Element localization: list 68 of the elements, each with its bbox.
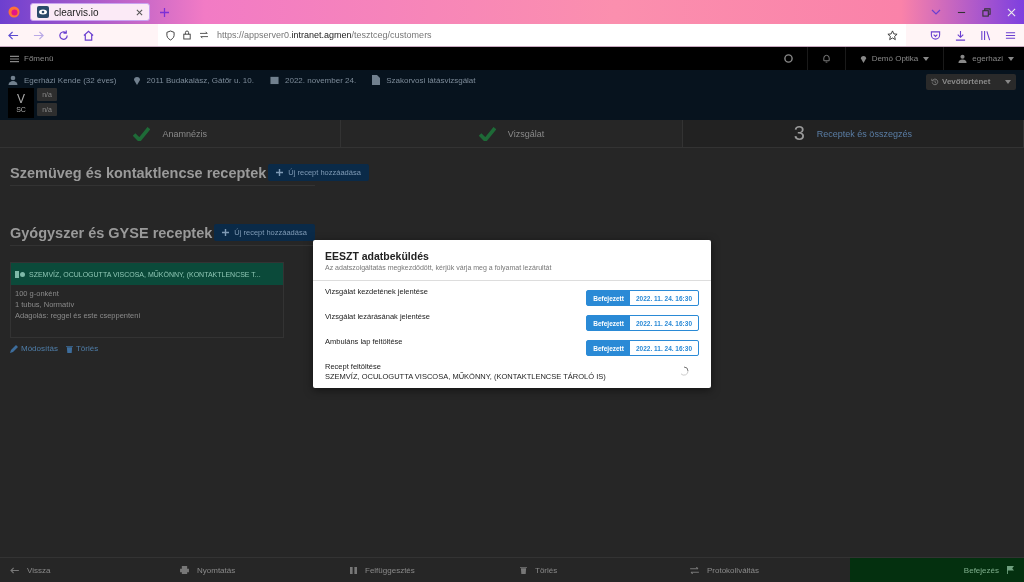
menu-icon[interactable]	[1005, 29, 1016, 41]
plus-icon	[222, 229, 230, 236]
caret-icon	[1005, 79, 1011, 84]
step-tab[interactable]: Anamnézis	[0, 120, 342, 147]
back-button[interactable]: Vissza	[0, 558, 170, 582]
history-icon	[931, 77, 939, 86]
location-pin-icon	[132, 75, 141, 85]
step-tab[interactable]: Vizsgálat	[341, 120, 683, 147]
library-icon[interactable]	[980, 29, 991, 41]
restore-icon[interactable]	[982, 7, 991, 17]
plus-icon	[276, 169, 284, 176]
main-menu-button[interactable]: Főmenü	[10, 54, 54, 63]
trash-button[interactable]: Törlés	[510, 558, 680, 582]
pause-icon	[350, 566, 357, 574]
delete-link[interactable]: Törlés	[65, 344, 99, 353]
calendar-icon	[270, 75, 279, 85]
location-pin-icon	[859, 54, 867, 63]
trash-icon	[65, 344, 73, 353]
browser-logo-icon	[8, 6, 20, 18]
swap-arrows-icon	[690, 566, 699, 574]
close-icon[interactable]	[136, 8, 143, 16]
pencil-icon	[10, 344, 18, 353]
customer-info: 2022. november 24.	[285, 75, 357, 85]
user-dropdown[interactable]: egerhazi	[958, 54, 1014, 63]
checkmark-icon	[478, 126, 496, 141]
printer-icon	[180, 566, 189, 574]
bell-icon[interactable]	[821, 54, 831, 63]
permissions-icon	[199, 31, 209, 39]
swap-button[interactable]: Protokollváltás	[680, 558, 850, 582]
home-icon[interactable]	[83, 29, 94, 41]
shield-icon	[166, 29, 175, 41]
dialog-title: EESZT adatbeküldés	[325, 250, 430, 262]
star-icon[interactable]	[887, 29, 898, 41]
shop-dropdown[interactable]: Demó Optika	[859, 54, 930, 63]
reload-icon[interactable]	[58, 29, 69, 41]
tab-title: clearvis.io	[54, 6, 100, 18]
left-arrow-icon	[10, 566, 19, 574]
finish-button[interactable]: Befejezés	[850, 558, 1024, 582]
section-title: Szemüveg és kontaktlencse receptek	[10, 164, 267, 181]
section-title: Gyógyszer és GYSE receptek	[10, 224, 213, 241]
help-circle-icon[interactable]	[783, 54, 793, 63]
medicine-icon	[15, 270, 25, 278]
eye-icon	[37, 6, 49, 18]
step-tab[interactable]: 3 Receptek és összegzés	[682, 120, 1024, 147]
flag-icon	[1007, 566, 1014, 574]
customer-history-button[interactable]: Vevőtörténet	[926, 73, 1016, 90]
address-bar[interactable]: https://appserver0.intranet.agmen/tesztceg/customers	[158, 24, 906, 46]
caret-icon	[1008, 56, 1014, 61]
pause-button[interactable]: Felfüggesztés	[340, 558, 510, 582]
download-icon[interactable]	[955, 29, 966, 41]
edit-link[interactable]: Módosítás	[10, 344, 58, 353]
pocket-icon[interactable]	[930, 29, 941, 41]
menu-icon	[10, 54, 19, 63]
browser-tab[interactable]: clearvis.io	[30, 3, 150, 21]
print-button[interactable]: Nyomtatás	[170, 558, 340, 582]
trash-icon	[520, 566, 527, 574]
user-icon	[8, 75, 18, 85]
caret-icon	[923, 56, 930, 61]
url-text: https://appserver0.intranet.agmen/tesztceg/customers	[217, 30, 432, 40]
loading-spinner-icon	[679, 366, 689, 376]
back-arrow-icon[interactable]	[8, 29, 19, 41]
padlock-icon	[183, 30, 191, 40]
customer-info: Egerházi Kende (32 éves)	[24, 75, 117, 85]
customer-info: Szakorvosi látásvizsgálat	[386, 75, 476, 85]
customer-info: 2011 Budakalász, Gátőr u. 10.	[146, 75, 254, 85]
user-icon	[958, 54, 968, 63]
document-icon	[372, 75, 381, 85]
checkmark-icon	[133, 126, 151, 141]
